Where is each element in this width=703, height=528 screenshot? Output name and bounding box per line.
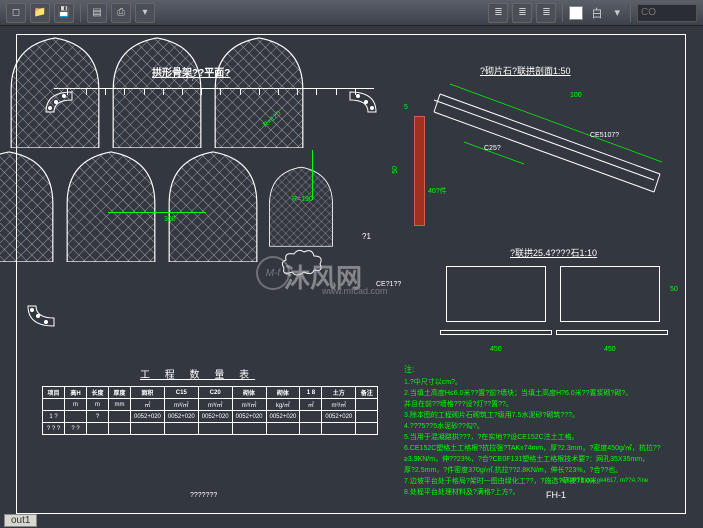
callout-text: ?1 xyxy=(362,232,371,241)
footer-note: XPORTBlock ok4617, m??A ?ine xyxy=(560,478,648,484)
dimension-text: 300 xyxy=(164,216,176,223)
tool-window-dropdown-icon[interactable]: ▾ xyxy=(135,3,155,23)
section-title: ?联拱25.4????石1:10 xyxy=(510,246,597,259)
label-text: CE5107? xyxy=(590,132,619,139)
command-input[interactable] xyxy=(637,4,697,22)
note-line: 2.当填土高度H≤6.0米??置?前?墙块；当填土高度H?6.0米??置浆砌?砌… xyxy=(404,388,684,399)
separator xyxy=(562,4,563,22)
beam-section-view: C25? CE5107? 100 xyxy=(404,82,664,202)
tool-open-icon[interactable]: 📁 xyxy=(30,3,50,23)
arch-shape xyxy=(266,150,336,262)
note-line: ≥3.9KN/m，伸??23%，?合?CE0F131塑格土工格根技术要?：网孔3… xyxy=(404,454,684,465)
arch-shape xyxy=(210,36,308,148)
dimension-text: 450 xyxy=(604,346,616,353)
tool-layer1-icon[interactable]: ≣ xyxy=(488,3,508,23)
block-base xyxy=(556,330,668,335)
footer-text: ??????? xyxy=(190,492,217,499)
drawing-canvas[interactable]: 拱形骨架??平面? ? ? R=120 R=190 300 ?1 CE?1?? … xyxy=(0,26,703,516)
note-line: 6.CE152C塑格土工格根?抗拉强?TAKx74mm，厚?2.3mm，?密度4… xyxy=(404,443,684,454)
separator xyxy=(630,4,631,22)
tool-plot-icon[interactable]: ⎙ xyxy=(111,3,131,23)
dimension-line xyxy=(108,212,206,213)
notes-title: 注: xyxy=(404,364,684,375)
note-line: 1.?中尺寸以cm?。 xyxy=(404,377,684,388)
dimension-text: R=190 xyxy=(292,196,313,203)
quantity-table: 项目高H长度 厚度面积C15 C20砌体砌体 1 8土方备注 mm mm㎡m³/… xyxy=(42,386,378,435)
arch-shape xyxy=(108,36,206,148)
tool-layer3-icon[interactable]: ≣ xyxy=(536,3,556,23)
corner-ornament-icon xyxy=(44,90,74,114)
block-elevation xyxy=(560,266,660,322)
tool-save-icon[interactable]: 💾 xyxy=(54,3,74,23)
main-toolbar: ◻ 📁 💾 ▤ ⎙ ▾ ≣ ≣ ≣ 白 ▾ xyxy=(0,0,703,26)
note-line: 厚?2.5mm，?件密度370g/㎡,抗拉??2.8KN/m，伸长?23%，?合… xyxy=(404,465,684,476)
svg-text:C25?: C25? xyxy=(484,145,501,152)
color-label: 白 xyxy=(587,5,606,21)
bar-section xyxy=(414,116,425,226)
dimension-text: 5 xyxy=(404,104,408,111)
tool-layers-icon[interactable]: ▤ xyxy=(87,3,107,23)
quantity-table-title: 工 程 数 量 表 xyxy=(140,366,255,381)
dimension-text: 450 xyxy=(490,346,502,353)
color-swatch[interactable] xyxy=(569,6,583,20)
tool-layer2-icon[interactable]: ≣ xyxy=(512,3,532,23)
dimension-text: 50 xyxy=(670,286,678,293)
revision-cloud-icon xyxy=(280,248,324,276)
corner-ornament-icon xyxy=(348,90,378,114)
dimension-text: 50 xyxy=(392,166,399,174)
dropdown-icon[interactable]: ▾ xyxy=(610,6,624,19)
block-elevation xyxy=(446,266,546,322)
dimension-text: 40?件 xyxy=(428,186,447,196)
note-line: 4.???5??5水泥砂??勾?。 xyxy=(404,421,684,432)
note-line: 并且在前??墙格???设?灯??置??。 xyxy=(404,399,684,410)
note-line: 3.除本图的工程砌片石砌筑工?级用7.5水泥砂?砌筑???。 xyxy=(404,410,684,421)
table-subheader-row: mm mm㎡m³/㎡ m³/㎡m³/㎡kg/㎡ ㎡m³/㎡ xyxy=(43,399,378,411)
table-row: 1 ?? 0052+0200052+020 0052+0200052+02000… xyxy=(43,411,378,423)
arch-shape xyxy=(0,150,58,262)
note-line: 5.当用于混凝路拱???，?在实地??设CE152C注土工格。 xyxy=(404,432,684,443)
section-title: ?砌片石?联拱剖面1:50 xyxy=(480,64,571,77)
corner-ornament-icon xyxy=(26,304,56,328)
separator xyxy=(80,4,81,22)
arch-shape xyxy=(62,150,160,262)
block-base xyxy=(440,330,552,335)
sheet-number: FH-1 xyxy=(546,490,566,500)
table-row: ? ? ?? ? xyxy=(43,423,378,435)
layout-tab[interactable]: out1 xyxy=(4,514,37,527)
note-line: 8.处程平台处理材料及?满格?上方?。 xyxy=(404,487,684,498)
tool-new-icon[interactable]: ◻ xyxy=(6,3,26,23)
dimension-line xyxy=(312,150,313,200)
dimension-text: 100 xyxy=(570,92,582,99)
arch-shape xyxy=(164,150,262,262)
table-header-row: 项目高H长度 厚度面积C15 C20砌体砌体 1 8土方备注 xyxy=(43,387,378,399)
callout-text: CE?1?? xyxy=(376,281,401,288)
